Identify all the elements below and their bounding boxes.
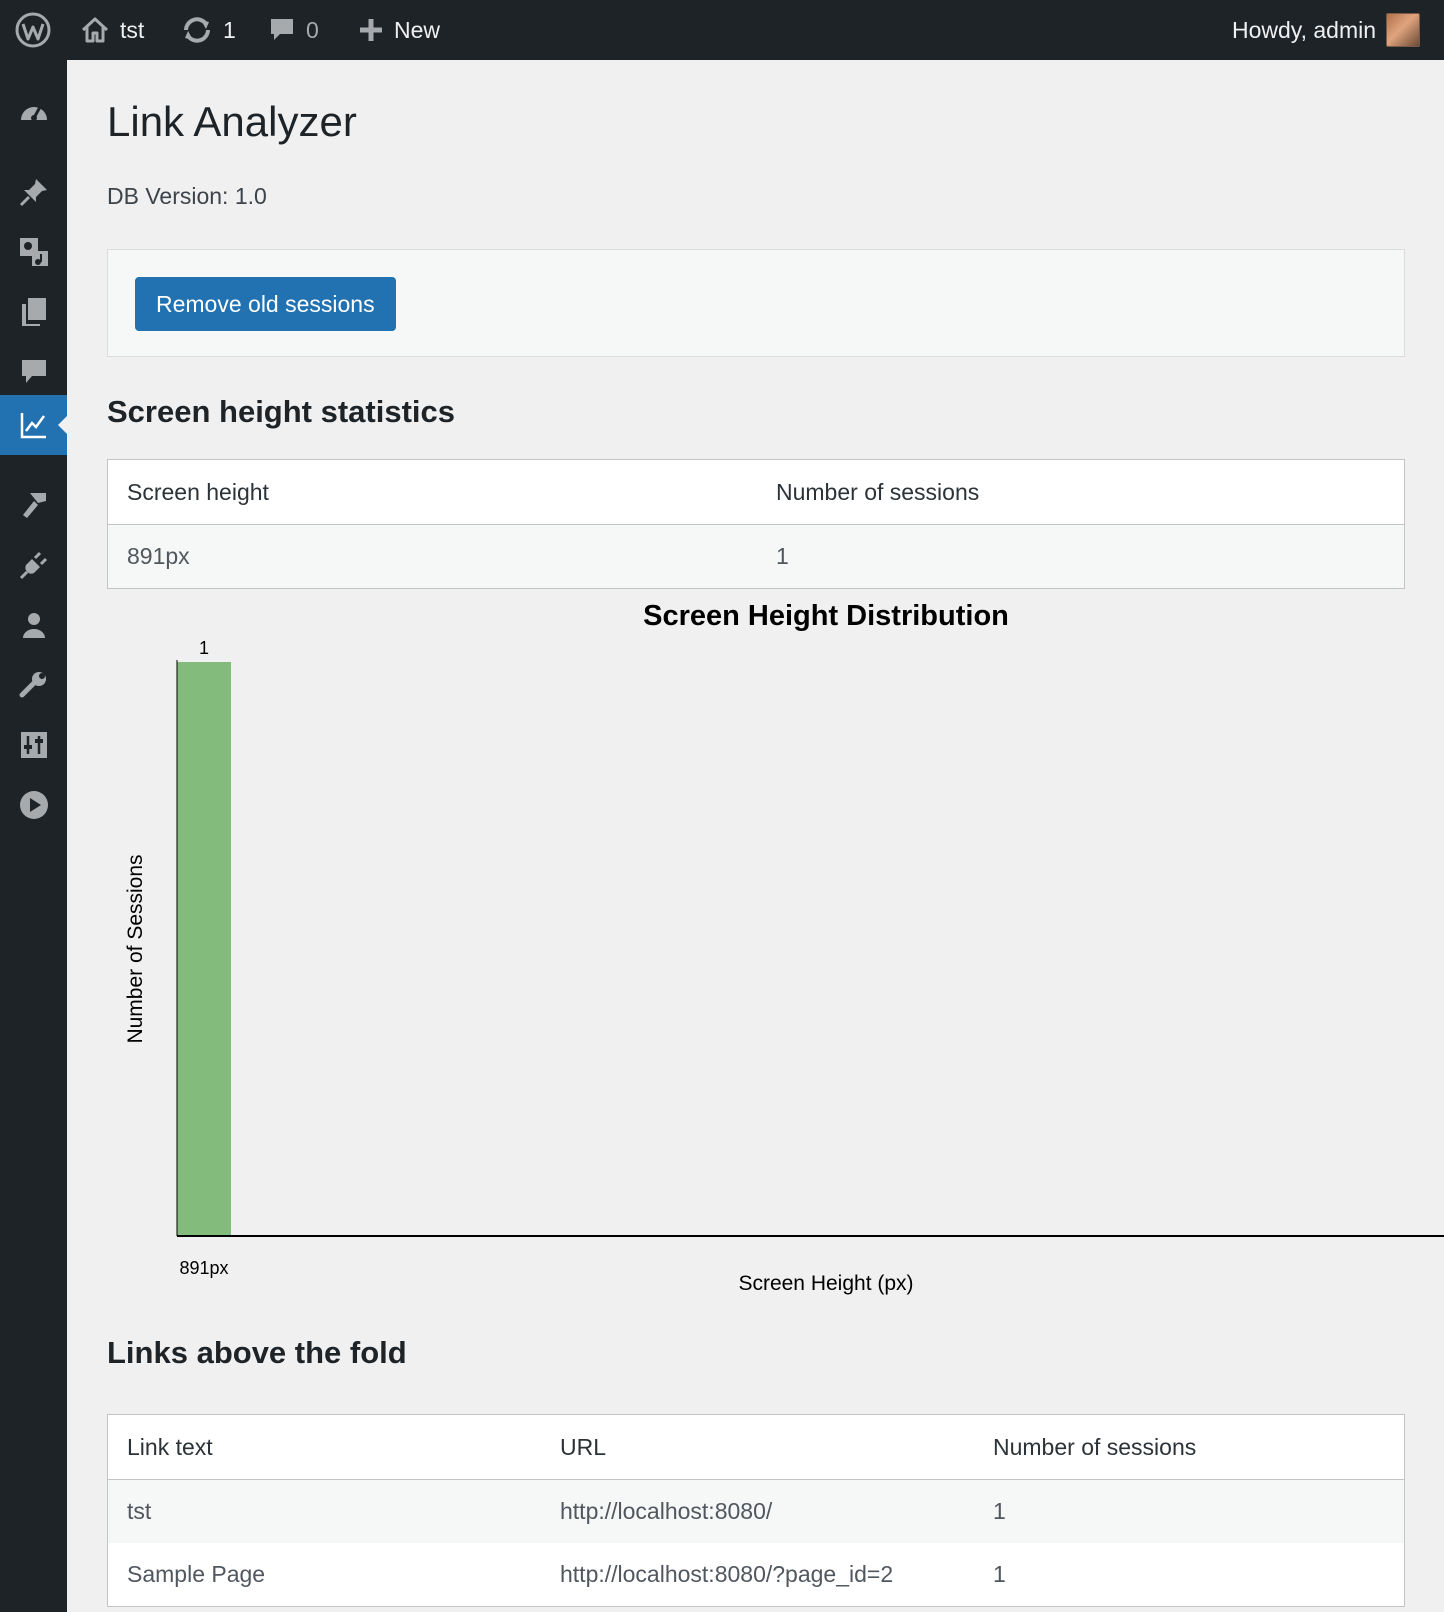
table-cell: Sample Page bbox=[127, 1561, 266, 1587]
admin-bar: tst 1 0 New Howdy, admin bbox=[0, 0, 1444, 60]
links-heading: Links above the fold bbox=[107, 1335, 407, 1370]
site-name-link[interactable]: tst bbox=[80, 0, 144, 60]
column-header: Number of sessions bbox=[757, 459, 1405, 525]
new-content-link[interactable]: New bbox=[358, 0, 440, 60]
menu-media-player[interactable] bbox=[0, 775, 67, 835]
table-cell: tst bbox=[107, 1479, 541, 1543]
table-cell: http://localhost:8080/?page_id=2 bbox=[560, 1561, 894, 1587]
chart-tick-label: 891px bbox=[179, 1258, 228, 1278]
plugins-icon bbox=[19, 551, 47, 580]
plus-icon bbox=[360, 19, 382, 41]
updates-icon bbox=[184, 17, 210, 43]
chart-bar bbox=[177, 662, 231, 1236]
pages-icon bbox=[21, 298, 46, 326]
new-label: New bbox=[394, 16, 441, 43]
home-icon bbox=[81, 17, 109, 43]
tools-icon bbox=[19, 672, 46, 698]
column-header: Number of sessions bbox=[974, 1414, 1405, 1480]
table-row: tst http://localhost:8080/ 1 bbox=[107, 1479, 1405, 1543]
table-header-row: Screen height Number of sessions bbox=[107, 459, 1405, 525]
links-table: Link text URL Number of sessions tst htt… bbox=[107, 1414, 1405, 1607]
remove-old-sessions-button[interactable]: Remove old sessions bbox=[135, 277, 396, 331]
analytics-icon bbox=[20, 413, 46, 439]
media-icon bbox=[19, 238, 48, 266]
menu-pages[interactable] bbox=[0, 282, 67, 342]
menu-link-analyzer[interactable] bbox=[0, 395, 67, 455]
table-cell: 1 bbox=[993, 1561, 1006, 1587]
updates-count: 1 bbox=[223, 16, 236, 43]
appearance-icon bbox=[22, 493, 46, 518]
table-row: Sample Page http://localhost:8080/?page_… bbox=[108, 1543, 1405, 1607]
comments-icon bbox=[21, 360, 46, 383]
users-icon bbox=[22, 613, 45, 638]
site-name: tst bbox=[120, 16, 145, 43]
updates-link[interactable]: 1 bbox=[181, 0, 236, 60]
chart-y-axis-label: Number of Sessions bbox=[124, 854, 147, 1043]
table-cell: 891px bbox=[107, 524, 757, 589]
chart-x-axis-label: Screen Height (px) bbox=[738, 1272, 913, 1295]
avatar bbox=[1386, 13, 1421, 47]
screen-height-heading: Screen height statistics bbox=[107, 394, 456, 429]
comment-icon bbox=[271, 19, 293, 40]
table-cell: 1 bbox=[757, 524, 1405, 589]
menu-users[interactable] bbox=[0, 595, 67, 655]
chart-title: Screen Height Distribution bbox=[643, 600, 1009, 632]
play-icon bbox=[19, 791, 48, 819]
posts-icon bbox=[19, 179, 47, 207]
menu-plugins[interactable] bbox=[0, 535, 67, 595]
menu-comments[interactable] bbox=[0, 342, 67, 402]
menu-posts[interactable] bbox=[0, 162, 67, 222]
table-header-row: Link text URL Number of sessions bbox=[107, 1414, 1405, 1480]
page-title: Link Analyzer bbox=[107, 98, 357, 145]
table-cell: http://localhost:8080/ bbox=[541, 1479, 974, 1543]
admin-menu bbox=[0, 60, 67, 1612]
column-header: URL bbox=[541, 1414, 974, 1480]
wordpress-logo-icon[interactable] bbox=[14, 0, 52, 60]
menu-dashboard[interactable] bbox=[0, 82, 67, 142]
howdy-text: Howdy, admin bbox=[1232, 16, 1377, 43]
settings-icon bbox=[20, 732, 47, 758]
menu-settings[interactable] bbox=[0, 715, 67, 775]
comments-count: 0 bbox=[306, 16, 319, 43]
screen-height-table: Screen height Number of sessions 891px 1 bbox=[107, 459, 1405, 589]
my-account-link[interactable]: Howdy, admin bbox=[1232, 0, 1421, 60]
chart-data-label: 1 bbox=[199, 638, 209, 658]
column-header: Link text bbox=[107, 1414, 541, 1480]
table-row: 891px 1 bbox=[107, 524, 1405, 589]
menu-tools[interactable] bbox=[0, 655, 67, 715]
menu-media[interactable] bbox=[0, 222, 67, 282]
db-version: DB Version: 1.0 bbox=[107, 183, 267, 209]
column-header: Screen height bbox=[107, 459, 757, 525]
dashboard-icon bbox=[20, 106, 47, 121]
menu-appearance[interactable] bbox=[0, 475, 67, 535]
table-cell: 1 bbox=[974, 1479, 1405, 1543]
comments-link[interactable]: 0 bbox=[268, 0, 319, 60]
actions-box: Remove old sessions bbox=[107, 249, 1405, 357]
